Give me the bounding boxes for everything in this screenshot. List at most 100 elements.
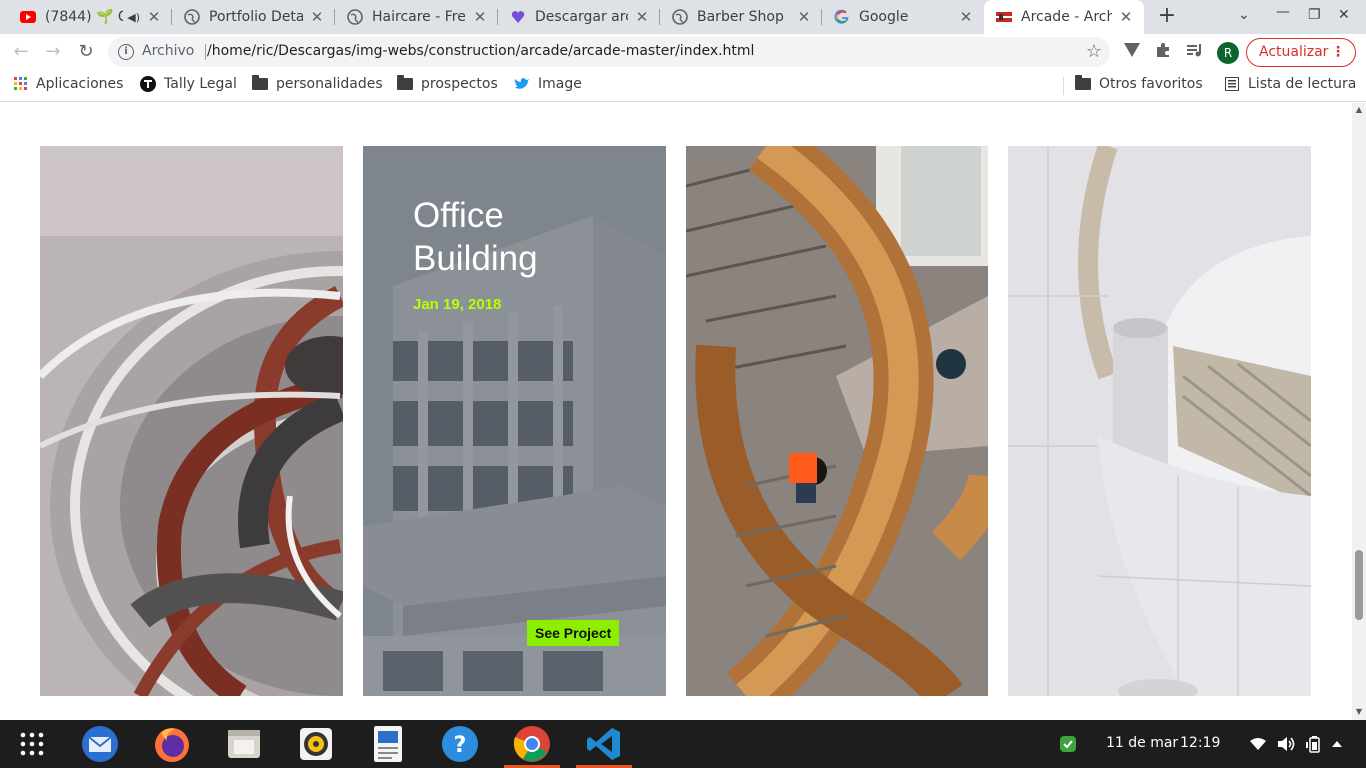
project-title[interactable]: Office Building [413, 194, 633, 280]
thunderbird-icon[interactable] [80, 724, 120, 764]
close-icon[interactable]: ✕ [472, 8, 488, 26]
extension-vuetify-icon[interactable] [1123, 42, 1141, 62]
tab-strip: (7844) 🌱 C ◀) ✕ Portfolio Deta ✕ Haircar… [0, 0, 1366, 34]
media-control-icon[interactable] [1186, 42, 1204, 62]
tally-icon [140, 76, 156, 92]
see-project-button[interactable]: See Project [527, 620, 620, 646]
shield-check-icon[interactable] [1056, 724, 1080, 764]
close-icon[interactable]: ✕ [146, 8, 162, 26]
scroll-down-arrow[interactable]: ▼ [1353, 707, 1365, 716]
folder-icon [1075, 75, 1091, 90]
apps-grid-icon [20, 732, 44, 756]
bookmark-label: Tally Legal [164, 76, 237, 92]
tab-haircare[interactable]: Haircare - Free ✕ [335, 0, 498, 34]
help-icon[interactable]: ? [440, 724, 480, 764]
project-card-1[interactable] [40, 146, 343, 696]
project-card-3[interactable] [686, 146, 988, 696]
close-icon[interactable]: ✕ [634, 8, 650, 26]
project-card-2[interactable]: Office Building Jan 19, 2018 See Project [363, 146, 666, 696]
site-icon [996, 9, 1012, 25]
rhythmbox-icon[interactable] [296, 724, 336, 764]
more-vert-icon[interactable]: ⋮ [1331, 39, 1345, 66]
twitter-icon [514, 77, 530, 91]
bookmark-tally-legal[interactable]: Tally Legal [140, 76, 237, 92]
url-scheme: Archivo [142, 43, 195, 59]
white-architecture-image [1008, 146, 1311, 696]
reading-list-icon [1225, 77, 1240, 91]
tab-title: Barber Shop [697, 9, 784, 25]
page-scrollbar-track[interactable] [1352, 103, 1366, 720]
tab-youtube[interactable]: (7844) 🌱 C ◀) ✕ [8, 0, 172, 34]
bookmarks-bar: Aplicaciones Tally Legal personalidades … [0, 70, 1366, 102]
spiral-staircase-image [40, 146, 343, 696]
bookmark-image[interactable]: Image [514, 76, 582, 92]
bookmark-other-favorites[interactable]: Otros favoritos [1075, 75, 1203, 92]
browser-toolbar: ← → ↻ i Archivo /home/ric/Descargas/img-… [0, 34, 1366, 70]
chrome-icon[interactable] [504, 724, 560, 768]
project-card-4[interactable] [1008, 146, 1311, 696]
bookmark-prospectos[interactable]: prospectos [397, 75, 498, 92]
window-close-icon[interactable]: ✕ [1338, 7, 1350, 23]
folder-icon [397, 75, 413, 90]
battery-icon[interactable] [1304, 724, 1324, 764]
youtube-icon [20, 9, 36, 25]
wifi-icon[interactable] [1248, 724, 1268, 764]
svg-text:?: ? [454, 733, 467, 758]
tab-title: Descargar arc [535, 9, 628, 25]
bookmark-label: Aplicaciones [36, 76, 124, 92]
tab-title: Google [859, 9, 909, 25]
system-menu-arrow-icon[interactable] [1328, 724, 1346, 764]
close-icon[interactable]: ✕ [309, 8, 325, 26]
star-icon[interactable]: ☆ [1086, 41, 1102, 62]
close-icon[interactable]: ✕ [796, 8, 812, 26]
taskbar-time[interactable]: 12:19 [1180, 735, 1220, 751]
bookmark-label: personalidades [276, 76, 383, 92]
web-page: Office Building Jan 19, 2018 See Project [0, 103, 1352, 720]
close-icon[interactable]: ✕ [958, 8, 974, 26]
reload-button[interactable]: ↻ [75, 41, 97, 63]
tab-title: Arcade - Archi [1021, 9, 1112, 25]
forward-button[interactable]: → [42, 41, 64, 63]
tab-arcade-active[interactable]: Arcade - Archi ✕ [984, 0, 1144, 34]
scheme-divider [205, 44, 206, 60]
bookmark-personalidades[interactable]: personalidades [252, 75, 383, 92]
system-taskbar: ? 11 de mar 12:19 [0, 720, 1366, 768]
google-icon [834, 9, 850, 25]
files-icon[interactable] [224, 724, 264, 764]
tab-title: Haircare - Free [372, 9, 466, 25]
url-text[interactable]: /home/ric/Descargas/img-webs/constructio… [207, 43, 754, 59]
tab-barber-shop[interactable]: Barber Shop ✕ [660, 0, 822, 34]
update-label: Actualizar [1259, 44, 1329, 60]
tab-portfolio[interactable]: Portfolio Deta ✕ [172, 0, 335, 34]
reading-list-button[interactable]: Lista de lectura [1225, 76, 1356, 92]
extensions-puzzle-icon[interactable] [1155, 42, 1171, 62]
document-viewer-icon[interactable] [368, 724, 408, 764]
show-apps-button[interactable] [12, 724, 52, 764]
bookmark-label: prospectos [421, 76, 498, 92]
info-icon[interactable]: i [118, 44, 134, 60]
tab-descargar[interactable]: Descargar arc ✕ [498, 0, 660, 34]
bookmark-apps[interactable]: Aplicaciones [14, 76, 123, 92]
speaker-icon[interactable]: ◀) [127, 11, 140, 24]
tab-google[interactable]: Google ✕ [822, 0, 984, 34]
vscode-icon[interactable] [576, 724, 632, 768]
profile-avatar[interactable]: R [1217, 42, 1239, 64]
globe-icon [672, 9, 688, 25]
update-button[interactable]: Actualizar ⋮ [1246, 38, 1356, 67]
firefox-icon[interactable] [152, 724, 192, 764]
close-icon[interactable]: ✕ [1118, 8, 1134, 26]
back-button[interactable]: ← [10, 41, 32, 63]
page-scrollbar-thumb[interactable] [1355, 550, 1363, 620]
volume-icon[interactable] [1276, 724, 1296, 764]
restore-icon[interactable]: ❐ [1308, 7, 1321, 23]
tab-title: Portfolio Deta [209, 9, 303, 25]
scroll-up-arrow[interactable]: ▲ [1353, 105, 1365, 114]
taskbar-date[interactable]: 11 de mar [1106, 735, 1178, 751]
bookmark-label: Image [538, 76, 582, 92]
tab-search-icon[interactable]: ⌄ [1238, 7, 1250, 23]
address-bar[interactable]: i Archivo /home/ric/Descargas/img-webs/c… [108, 37, 1110, 67]
heart-icon [510, 9, 526, 25]
folder-icon [252, 75, 268, 90]
new-tab-button[interactable]: + [1156, 5, 1178, 27]
minimize-icon[interactable]: — [1276, 4, 1290, 20]
